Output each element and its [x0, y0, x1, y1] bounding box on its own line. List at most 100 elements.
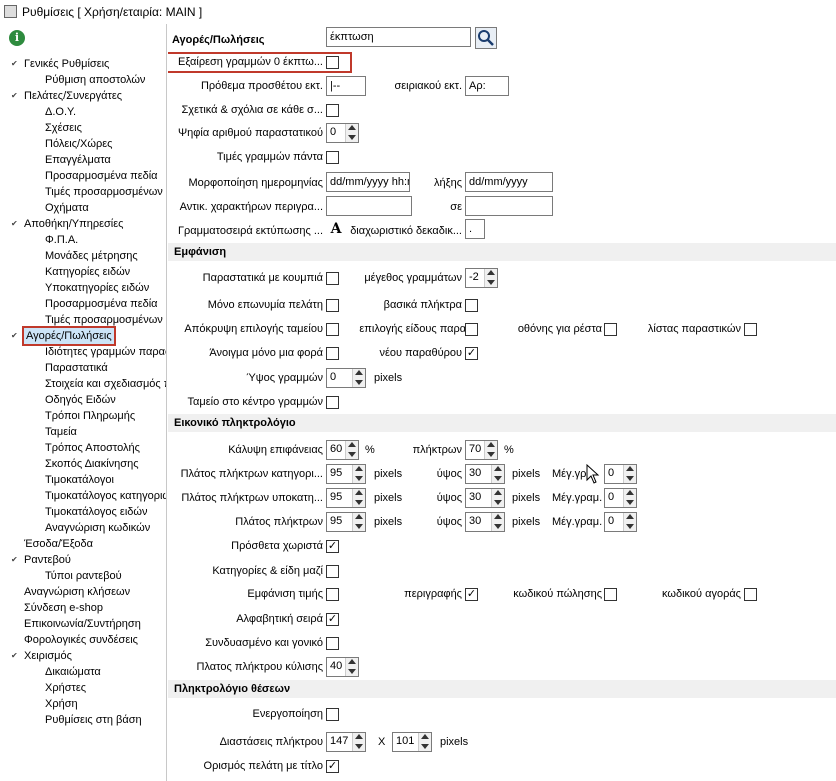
- tree-item[interactable]: Τρόπος Αποστολής: [45, 440, 140, 456]
- cat-height-spinner[interactable]: 30: [465, 464, 505, 484]
- description-checkbox[interactable]: ✓: [465, 588, 478, 601]
- tree-item[interactable]: Πόλεις/Χώρες: [45, 136, 112, 152]
- line-size-spinner[interactable]: -2: [465, 268, 498, 288]
- tree-item[interactable]: Τιμές προσαρμοσμένων π: [45, 184, 166, 200]
- tree-item[interactable]: Τιμοκατάλογος ειδών: [45, 504, 147, 520]
- tree-item[interactable]: Χρήση: [45, 696, 78, 712]
- expiry-input[interactable]: dd/mm/yyyy: [465, 172, 553, 192]
- cat-width-spinner[interactable]: 95: [326, 464, 366, 484]
- exclude-zero-checkbox[interactable]: [326, 56, 339, 69]
- only-brand-checkbox[interactable]: [326, 299, 339, 312]
- tree-item[interactable]: Σκοπός Διακίνησης: [45, 456, 139, 472]
- tree-item[interactable]: Τιμές προσαρμοσμένων π: [45, 312, 166, 328]
- line-height-spinner[interactable]: 0: [326, 368, 366, 388]
- tree-item[interactable]: Προσαρμοσμένα πεδία: [45, 296, 158, 312]
- tree-item[interactable]: Υποκατηγορίες ειδών: [45, 280, 149, 296]
- change-screen-checkbox[interactable]: [604, 323, 617, 336]
- tree-item[interactable]: Αναγνώριση κωδικών: [45, 520, 150, 536]
- sale-code-checkbox[interactable]: [604, 588, 617, 601]
- tree-item[interactable]: Ρυθμίσεις στη βάση: [45, 712, 142, 728]
- panel-heading: Αγορές/Πωλήσεις: [172, 34, 265, 46]
- tree-item[interactable]: Μονάδες μέτρησης: [45, 248, 138, 264]
- extra-separate-checkbox[interactable]: ✓: [326, 540, 339, 553]
- tree-item[interactable]: Κατηγορίες ειδών: [45, 264, 130, 280]
- tree-item[interactable]: Χρήστες: [45, 680, 86, 696]
- search-input[interactable]: έκπτωση: [326, 27, 471, 47]
- purchase-code-checkbox[interactable]: [744, 588, 757, 601]
- open-once-checkbox[interactable]: [326, 347, 339, 360]
- prefix-input[interactable]: |--: [326, 76, 366, 96]
- tree-item[interactable]: Ραντεβού ✔: [11, 552, 71, 568]
- keys-spinner[interactable]: 70: [465, 440, 498, 460]
- subcat-width-spinner[interactable]: 95: [326, 488, 366, 508]
- alpha-order-checkbox[interactable]: ✓: [326, 613, 339, 626]
- tree-item[interactable]: Στοιχεία και σχεδιασμός π: [45, 376, 166, 392]
- tree-item[interactable]: Αναγνώριση κλήσεων: [24, 584, 130, 600]
- doc-list-checkbox[interactable]: [744, 323, 757, 336]
- tree-item[interactable]: Γενικές Ρυθμίσεις ✔: [11, 56, 109, 72]
- tree-item[interactable]: Ρύθμιση αποστολών: [45, 72, 145, 88]
- date-format-input[interactable]: dd/mm/yyyy hh:m: [326, 172, 410, 192]
- tree-item[interactable]: Προσαρμοσμένα πεδία: [45, 168, 158, 184]
- tree-item[interactable]: Φ.Π.Α.: [45, 232, 78, 248]
- replace-to-input[interactable]: [465, 196, 553, 216]
- tree-item[interactable]: Σχέσεις: [45, 120, 82, 136]
- tree-item[interactable]: Οχήματα: [45, 200, 89, 216]
- tree-item[interactable]: Τύποι ραντεβού: [45, 568, 122, 584]
- serial-input[interactable]: Αρ:: [465, 76, 509, 96]
- decimal-sep-input[interactable]: .: [465, 219, 485, 239]
- tree-item[interactable]: Επαγγέλματα: [45, 152, 111, 168]
- subcat-height-spinner[interactable]: 30: [465, 488, 505, 508]
- key-max-spinner[interactable]: 0: [604, 512, 637, 532]
- tree-item[interactable]: Τιμοκατάλογοι: [45, 472, 114, 488]
- hide-cash-checkbox[interactable]: [326, 323, 339, 336]
- tree-item[interactable]: Έσοδα/Έξοδα: [24, 536, 93, 552]
- tree-item[interactable]: Χειρισμός ✔: [11, 648, 72, 664]
- tree-item[interactable]: Επικοινωνία/Συντήρηση: [24, 616, 141, 632]
- digits-spinner[interactable]: 0: [326, 123, 359, 143]
- tree-item[interactable]: Τιμοκατάλογος κατηγοριώ: [45, 488, 166, 504]
- search-button[interactable]: [475, 27, 497, 49]
- tree-item[interactable]: Σύνδεση e-shop: [24, 600, 103, 616]
- expand-arrow-icon[interactable]: ✔: [11, 216, 18, 232]
- tree-item[interactable]: Φορολογικές συνδέσεις: [24, 632, 138, 648]
- enable-checkbox[interactable]: [326, 708, 339, 721]
- cash-center-checkbox[interactable]: [326, 396, 339, 409]
- expand-arrow-icon[interactable]: ✔: [11, 552, 18, 568]
- font-button[interactable]: A: [326, 219, 346, 239]
- dims-height-spinner[interactable]: 101: [392, 732, 432, 752]
- expand-arrow-icon[interactable]: ✔: [11, 648, 18, 664]
- tree-item[interactable]: Παραστατικά: [45, 360, 108, 376]
- tree-item[interactable]: Ταμεία: [45, 424, 77, 440]
- cat-max-spinner[interactable]: 0: [604, 464, 637, 484]
- customer-title-checkbox[interactable]: ✓: [326, 760, 339, 773]
- tree-item[interactable]: Αγορές/Πωλήσεις ✔: [11, 326, 116, 346]
- expand-arrow-icon[interactable]: ✔: [11, 88, 18, 104]
- key-width-spinner[interactable]: 95: [326, 512, 366, 532]
- cats-items-checkbox[interactable]: [326, 565, 339, 578]
- tree-item[interactable]: Δικαιώματα: [45, 664, 101, 680]
- replace-chars-input[interactable]: [326, 196, 412, 216]
- expand-arrow-icon[interactable]: ✔: [11, 328, 18, 344]
- tree-item[interactable]: Πελάτες/Συνεργάτες ✔: [11, 88, 122, 104]
- doc-type-checkbox[interactable]: [465, 323, 478, 336]
- new-window-checkbox[interactable]: ✓: [465, 347, 478, 360]
- tree-item[interactable]: Τρόποι Πληρωμής: [45, 408, 135, 424]
- subcat-max-spinner[interactable]: 0: [604, 488, 637, 508]
- info-icon[interactable]: i: [9, 30, 25, 46]
- coverage-spinner[interactable]: 60: [326, 440, 359, 460]
- expand-arrow-icon[interactable]: ✔: [11, 56, 18, 72]
- tree-item[interactable]: Ιδιότητες γραμμών παρασ: [45, 344, 166, 360]
- dims-width-spinner[interactable]: 147: [326, 732, 366, 752]
- key-height-spinner[interactable]: 30: [465, 512, 505, 532]
- scroll-width-spinner[interactable]: 40: [326, 657, 359, 677]
- line-prices-checkbox[interactable]: [326, 151, 339, 164]
- tree-item[interactable]: Οδηγός Ειδών: [45, 392, 116, 408]
- docs-buttons-checkbox[interactable]: [326, 272, 339, 285]
- tree-item[interactable]: Δ.Ο.Υ.: [45, 104, 76, 120]
- notes-checkbox[interactable]: [326, 104, 339, 117]
- basic-keys-checkbox[interactable]: [465, 299, 478, 312]
- tree-item[interactable]: Αποθήκη/Υπηρεσίες ✔: [11, 216, 123, 232]
- combined-parent-checkbox[interactable]: [326, 637, 339, 650]
- show-price-checkbox[interactable]: [326, 588, 339, 601]
